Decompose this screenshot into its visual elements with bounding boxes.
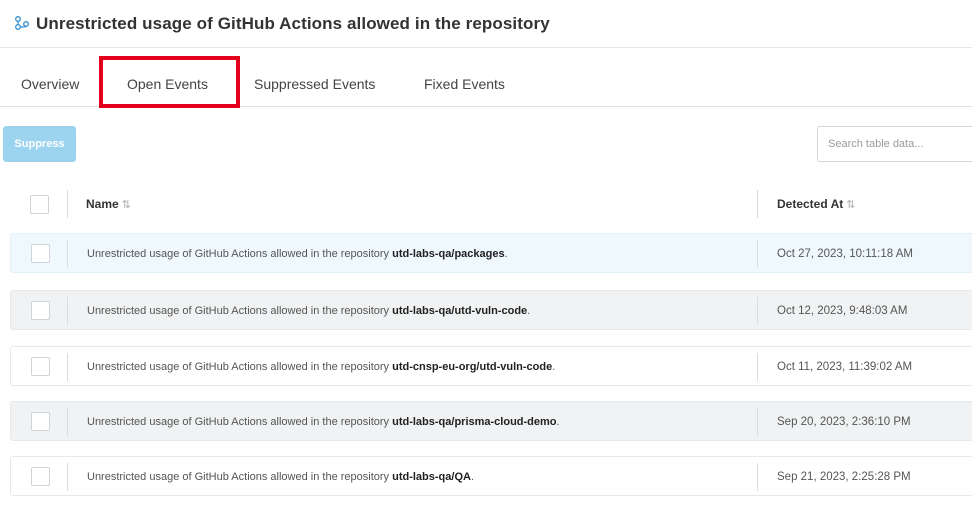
row-checkbox[interactable]: [31, 412, 50, 431]
sort-icon[interactable]: ⇅: [122, 198, 131, 211]
event-name-suffix: .: [552, 361, 556, 373]
suppress-button[interactable]: Suppress: [3, 126, 76, 162]
sort-icon[interactable]: ⇅: [846, 198, 855, 211]
event-name: Unrestricted usage of GitHub Actions all…: [87, 248, 508, 260]
table-row[interactable]: Unrestricted usage of GitHub Actions all…: [10, 290, 972, 330]
event-name-suffix: .: [527, 305, 531, 317]
table-row[interactable]: Unrestricted usage of GitHub Actions all…: [10, 401, 972, 441]
detected-at: Sep 21, 2023, 2:25:28 PM: [777, 471, 911, 483]
event-name-suffix: .: [556, 416, 560, 428]
event-name-text: Unrestricted usage of GitHub Actions all…: [87, 416, 393, 428]
column-divider: [757, 190, 758, 218]
table-row[interactable]: Unrestricted usage of GitHub Actions all…: [10, 456, 972, 496]
column-divider: [757, 463, 758, 491]
column-header-name[interactable]: Name ⇅: [86, 197, 131, 211]
column-divider: [67, 408, 68, 436]
column-divider: [67, 463, 68, 491]
row-checkbox[interactable]: [31, 467, 50, 486]
policy-icon: [14, 15, 30, 31]
repository-name: utd-labs-qa/QA: [392, 471, 471, 483]
search-input[interactable]: [817, 126, 972, 162]
highlight-box: [99, 56, 240, 108]
row-checkbox[interactable]: [31, 301, 50, 320]
table-header: Name ⇅ Detected At ⇅: [0, 186, 972, 222]
repository-name: utd-labs-qa/packages: [392, 248, 505, 260]
column-header-detected-at[interactable]: Detected At ⇅: [777, 197, 855, 211]
detected-at: Oct 12, 2023, 9:48:03 AM: [777, 305, 908, 317]
event-name-text: Unrestricted usage of GitHub Actions all…: [87, 248, 393, 260]
column-divider: [757, 353, 758, 381]
tab-fixed-events[interactable]: Fixed Events: [424, 76, 505, 92]
repository-name: utd-cnsp-eu-org/utd-vuln-code: [392, 361, 553, 373]
event-name: Unrestricted usage of GitHub Actions all…: [87, 416, 560, 428]
page-header: Unrestricted usage of GitHub Actions all…: [0, 0, 972, 48]
event-name-text: Unrestricted usage of GitHub Actions all…: [87, 361, 393, 373]
column-divider: [757, 297, 758, 325]
column-divider: [67, 190, 68, 218]
column-divider: [67, 240, 68, 268]
column-header-name-label: Name: [86, 197, 119, 211]
repository-name: utd-labs-qa/prisma-cloud-demo: [392, 416, 557, 428]
detected-at: Oct 11, 2023, 11:39:02 AM: [777, 361, 913, 373]
table-row[interactable]: Unrestricted usage of GitHub Actions all…: [10, 346, 972, 386]
page-title: Unrestricted usage of GitHub Actions all…: [36, 14, 550, 33]
table-row[interactable]: Unrestricted usage of GitHub Actions all…: [10, 233, 972, 273]
event-name-suffix: .: [470, 471, 475, 483]
tab-overview[interactable]: Overview: [21, 76, 79, 92]
detected-at: Sep 20, 2023, 2:36:10 PM: [777, 416, 911, 428]
tab-suppressed-events[interactable]: Suppressed Events: [254, 76, 375, 92]
select-all-checkbox[interactable]: [30, 195, 49, 214]
column-divider: [67, 297, 68, 325]
row-checkbox[interactable]: [31, 357, 50, 376]
repository-name: utd-labs-qa/utd-vuln-code: [392, 305, 528, 317]
detected-at: Oct 27, 2023, 10:11:18 AM: [777, 248, 913, 260]
column-header-detected-at-label: Detected At: [777, 197, 844, 211]
event-name-text: Unrestricted usage of GitHub Actions all…: [87, 305, 393, 317]
event-name: Unrestricted usage of GitHub Actions all…: [87, 471, 474, 483]
event-name-suffix: .: [504, 248, 508, 260]
column-divider: [67, 353, 68, 381]
column-divider: [757, 408, 758, 436]
event-name: Unrestricted usage of GitHub Actions all…: [87, 361, 555, 373]
column-divider: [757, 240, 758, 268]
row-checkbox[interactable]: [31, 244, 50, 263]
event-name-text: Unrestricted usage of GitHub Actions all…: [87, 471, 393, 483]
event-name: Unrestricted usage of GitHub Actions all…: [87, 305, 530, 317]
